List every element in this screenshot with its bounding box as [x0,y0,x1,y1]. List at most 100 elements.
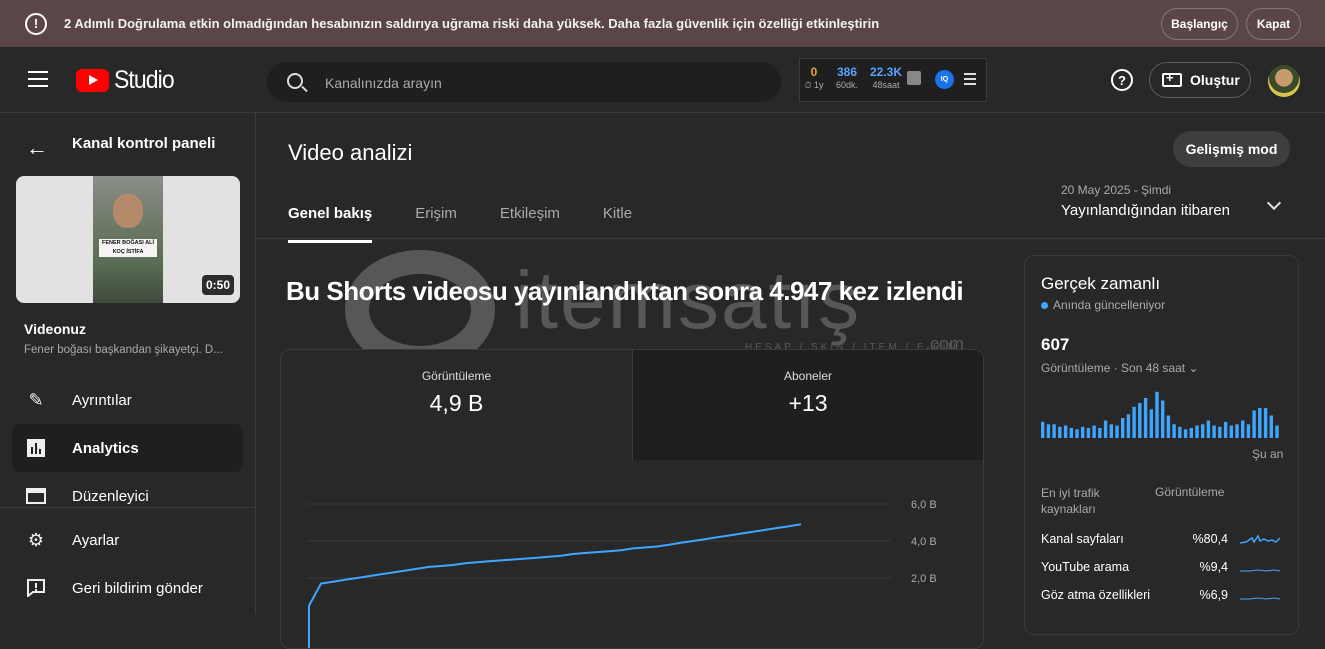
realtime-bar[interactable] [1149,409,1153,438]
date-range-selector[interactable]: 20 May 2025 - Şimdi Yayınlandığından iti… [1061,183,1282,219]
realtime-bar[interactable] [1132,406,1136,438]
create-label: Oluştur [1190,72,1240,88]
realtime-title: Gerçek zamanlı [1041,274,1161,293]
realtime-bar[interactable] [1223,421,1228,438]
analytics-icon [25,437,47,459]
realtime-bar[interactable] [1258,408,1262,438]
video-thumbnail[interactable]: FENER BOĞASI ALİ KOÇ İSTİFA 0:50 [16,176,240,303]
ext-stat-b: 386 60dk. [835,65,859,90]
realtime-count: 607 [1041,335,1070,354]
stat-value: 4,9 B [429,390,484,416]
live-indicator: Anında güncelleniyor [1041,298,1165,312]
realtime-bar[interactable] [1201,424,1205,438]
sidebar-divider [0,507,256,508]
realtime-bar[interactable] [1063,425,1068,439]
realtime-bar[interactable] [1212,425,1216,439]
realtime-bar[interactable] [1269,415,1273,439]
stat-subscribers[interactable]: Aboneler +13 [632,350,983,460]
chevron-down-icon [1266,195,1282,211]
views-line [308,523,802,648]
logo-text: Studio [114,66,175,94]
realtime-bar[interactable] [1172,424,1176,438]
realtime-bar[interactable] [1086,428,1091,438]
realtime-bar[interactable] [1235,424,1239,438]
search-placeholder: Kanalınızda arayın [325,75,442,91]
search-input[interactable]: Kanalınızda arayın [267,62,781,102]
realtime-bar[interactable] [1138,403,1142,438]
sidebar-item-label: Düzenleyici [72,487,149,505]
pencil-icon: ✎ [28,389,44,410]
avatar[interactable] [1268,65,1300,97]
realtime-bar[interactable] [1143,398,1148,438]
thumbnail-image: FENER BOĞASI ALİ KOÇ İSTİFA [93,176,163,303]
sidebar-item-settings[interactable]: ⚙ Ayarlar [12,516,243,564]
main-content: Video analizi Gelişmiş mod Genel bakış E… [256,113,1325,649]
video-description: Fener boğası başkandan şikayetçi. D... [24,344,223,356]
sidebar-item-feedback[interactable]: Geri bildirim gönder [12,564,243,612]
realtime-bar[interactable] [1126,414,1131,438]
date-label: Yayınlandığından itibaren [1061,202,1231,219]
realtime-bar[interactable] [1275,425,1279,439]
realtime-bar[interactable] [1246,424,1251,438]
realtime-bar[interactable] [1121,418,1125,438]
stat-views[interactable]: Görüntüleme 4,9 B [281,350,632,460]
realtime-bar[interactable] [1229,425,1233,439]
iq-badge-icon[interactable]: IQ [935,70,954,89]
realtime-bar[interactable] [1081,426,1085,438]
realtime-bar[interactable] [1069,428,1073,438]
help-icon[interactable]: ? [1111,69,1133,91]
stat-label: Aboneler [783,369,833,383]
realtime-bar[interactable] [1098,428,1102,438]
bar-chart-icon[interactable] [907,71,921,85]
realtime-bar[interactable] [1109,424,1113,438]
feedback-icon [25,577,47,599]
extension-widget[interactable]: 0 ⏱ 1y 386 60dk. 22.3K 48saat IQ [799,58,987,102]
realtime-bar[interactable] [1161,400,1165,439]
realtime-bar[interactable] [1218,426,1222,438]
editor-icon [25,485,47,507]
create-video-icon [1162,70,1182,87]
realtime-bar[interactable] [1252,410,1256,439]
realtime-bar[interactable] [1092,425,1096,439]
views-chart: 6,0 B 4,0 B 2,0 B [307,499,937,648]
realtime-bar[interactable] [1115,425,1119,439]
banner-start-button[interactable]: Başlangıç [1161,8,1238,40]
realtime-bar[interactable] [1178,426,1182,438]
realtime-bar[interactable] [1166,415,1171,439]
y-tick-label: 4,0 B [911,536,937,548]
live-dot-icon [1041,302,1048,309]
video-duration: 0:50 [201,275,234,295]
realtime-bar[interactable] [1241,420,1245,439]
realtime-bar[interactable] [1183,429,1188,438]
ext-menu-icon[interactable] [964,73,976,88]
banner-close-button[interactable]: Kapat [1246,8,1301,40]
date-range: 20 May 2025 - Şimdi [1061,183,1172,197]
realtime-bar[interactable] [1058,426,1062,438]
realtime-bar[interactable] [1103,420,1108,439]
realtime-count-label[interactable]: Görüntüleme · Son 48 saat ⌄ [1041,361,1199,375]
realtime-bar[interactable] [1052,424,1056,438]
sidebar-item-label: Ayrıntılar [72,391,132,409]
studio-logo[interactable]: Studio [76,66,179,95]
source-name: Kanal sayfaları [1041,532,1124,546]
sidebar-item-analytics[interactable]: Analytics [12,424,243,472]
realtime-bar[interactable] [1075,429,1079,438]
security-banner: ! 2 Adımlı Doğrulama etkin olmadığından … [0,0,1325,47]
realtime-bar[interactable] [1041,421,1045,438]
realtime-bar[interactable] [1206,420,1211,439]
source-name: Göz atma özellikleri [1041,588,1151,602]
youtube-logo-icon [76,69,109,92]
back-arrow-icon[interactable]: ← [26,135,48,161]
menu-icon[interactable] [28,71,48,92]
advanced-mode-button[interactable]: Gelişmiş mod [1173,131,1290,167]
views-header: Görüntüleme [1155,485,1225,499]
sidebar-item-editor[interactable]: Düzenleyici [12,472,243,520]
realtime-bar[interactable] [1263,408,1268,438]
create-button[interactable]: Oluştur [1149,62,1251,98]
realtime-bar[interactable] [1046,424,1051,438]
realtime-bar[interactable] [1195,425,1199,439]
realtime-bar[interactable] [1155,391,1159,438]
sidebar-item-details[interactable]: ✎ Ayrıntılar [12,376,243,424]
sidebar-item-label: Geri bildirim gönder [72,579,203,597]
realtime-bar[interactable] [1189,428,1193,438]
